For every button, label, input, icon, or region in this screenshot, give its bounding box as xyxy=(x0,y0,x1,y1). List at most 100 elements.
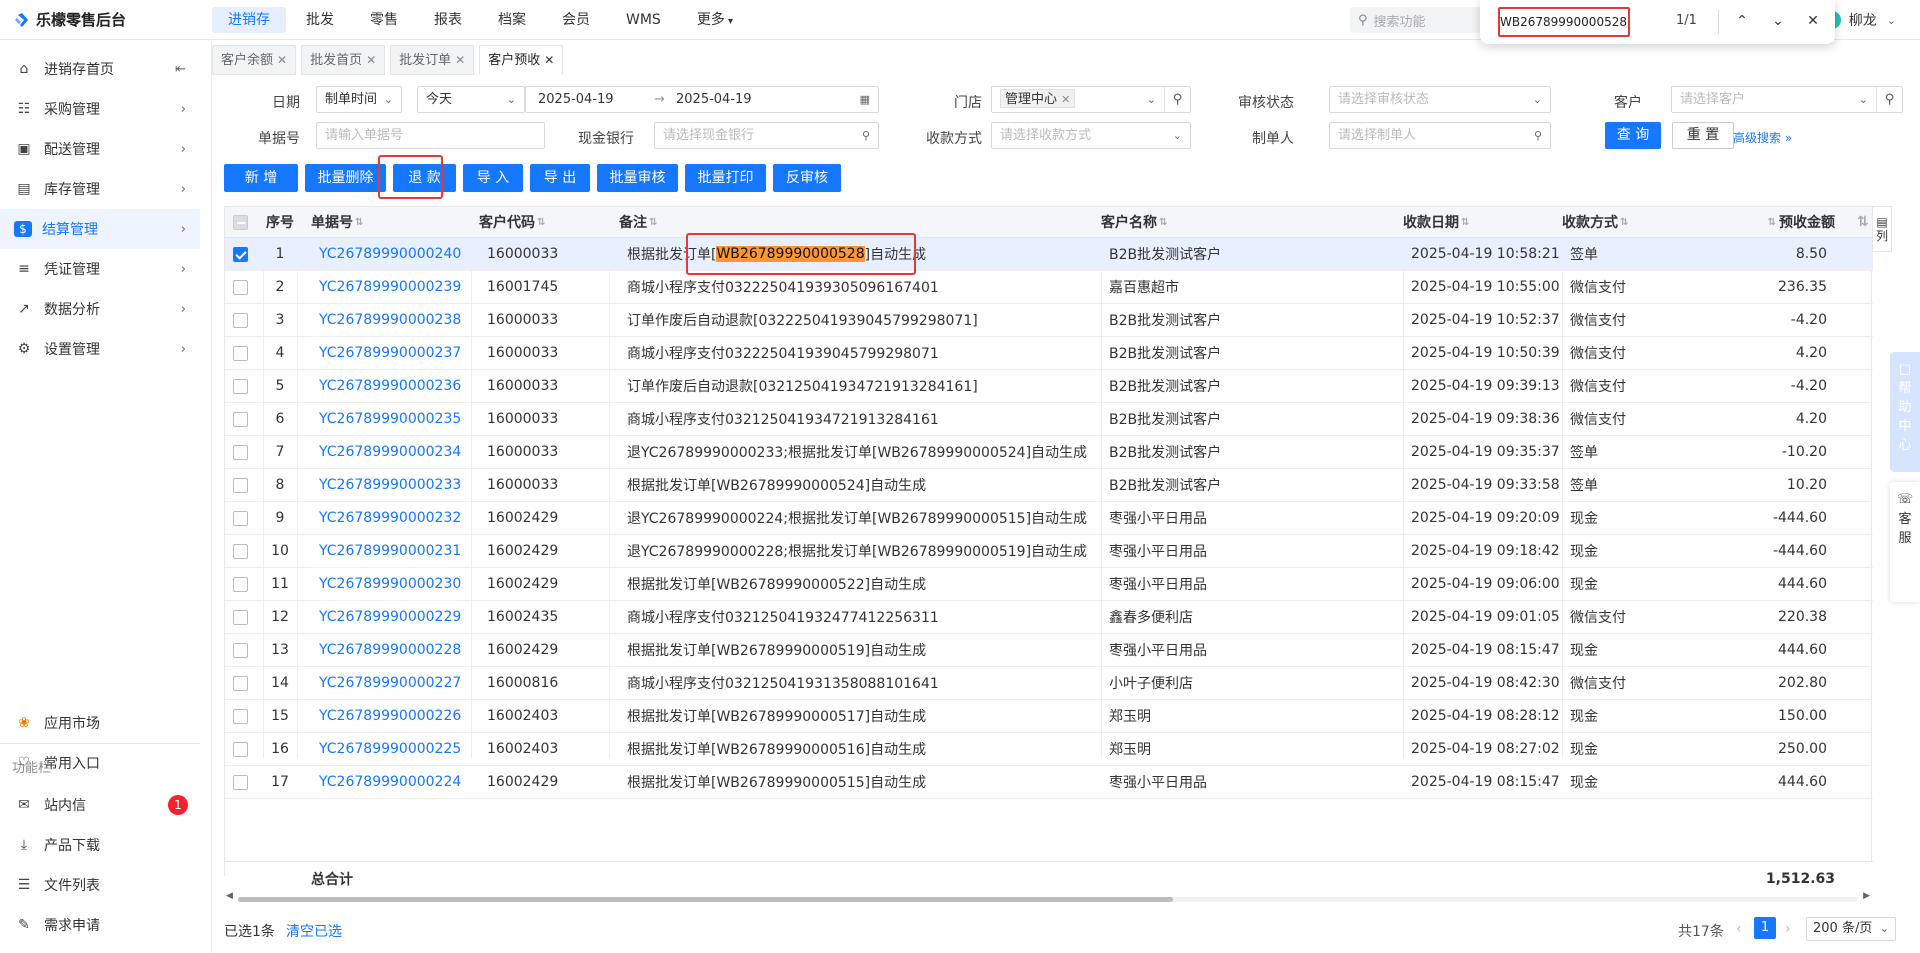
topnav-item-7[interactable]: 更多 ▾ xyxy=(681,7,749,33)
bank-select[interactable]: 请选择现金银行 ⚲ xyxy=(654,122,879,149)
column-header-name[interactable]: 客户名称 ⇅ xyxy=(1101,207,1341,237)
maker-select[interactable]: 请选择制单人 ⚲ xyxy=(1329,122,1551,149)
search-icon[interactable]: ⚲ xyxy=(862,123,870,148)
cell-doc[interactable]: YC26789990000239 xyxy=(319,271,471,303)
topnav-item-3[interactable]: 报表 xyxy=(418,7,478,33)
row-checkbox[interactable] xyxy=(233,700,253,732)
sidebar-item-6[interactable]: ↗ 数据分析 › xyxy=(0,289,200,329)
cell-doc[interactable]: YC26789990000238 xyxy=(319,304,471,336)
date-range-select[interactable]: 今天 ⌄ xyxy=(417,86,525,113)
customer-select[interactable]: 请选择客户 ⌄ ⚲ xyxy=(1671,86,1903,113)
row-checkbox[interactable] xyxy=(233,271,253,303)
table-row[interactable]: 6 YC26789990000235 16000033 商城小程序支付03212504… xyxy=(225,403,1873,436)
table-row[interactable]: 12 YC26789990000229 16002435 商城小程序支付0321250… xyxy=(225,601,1873,634)
column-header-amount[interactable]: ⇅ 预收金额 xyxy=(1695,207,1835,237)
scroll-left-icon[interactable]: ◀ xyxy=(226,891,233,901)
find-next-chevron-down-icon[interactable]: ⌄ xyxy=(1768,11,1788,31)
cell-doc[interactable]: YC26789990000231 xyxy=(319,535,471,567)
table-row[interactable]: 13 YC26789990000228 16002429 根据批发订单[WB26789… xyxy=(225,634,1873,667)
app-logo[interactable]: 乐檬零售后台 xyxy=(0,9,212,30)
row-checkbox[interactable] xyxy=(233,304,253,336)
row-checkbox[interactable] xyxy=(233,403,253,435)
scroll-right-icon[interactable]: ▶ xyxy=(1863,891,1870,901)
topnav-item-4[interactable]: 档案 xyxy=(482,7,542,33)
doc-input[interactable]: 请输入单据号 xyxy=(316,122,545,149)
sidebar-app-0[interactable]: ❀ 应用市场 xyxy=(0,703,200,743)
customer-service-button[interactable]: ☏ 客服 xyxy=(1890,482,1920,602)
scroll-thumb[interactable] xyxy=(238,897,1173,902)
page-size-select[interactable]: 200 条/页 ⌄ xyxy=(1806,917,1896,941)
cell-doc[interactable]: YC26789990000236 xyxy=(319,370,471,402)
column-header-date[interactable]: 收款日期 ⇅ xyxy=(1403,207,1563,237)
pay-select[interactable]: 请选择收款方式 ⌄ xyxy=(991,122,1191,149)
find-close-icon[interactable]: ✕ xyxy=(1803,11,1823,31)
select-all-checkbox[interactable] xyxy=(233,207,253,237)
row-checkbox[interactable] xyxy=(233,634,253,666)
cell-doc[interactable]: YC26789990000234 xyxy=(319,436,471,468)
table-row[interactable]: 1 YC26789990000240 16000033 根据批发订单[WB267899… xyxy=(225,238,1873,271)
collapse-sidebar-icon[interactable]: ⇤ xyxy=(175,62,186,77)
tab-3[interactable]: 客户预收 ✕ xyxy=(479,45,564,75)
clear-selection-link[interactable]: 清空已选 xyxy=(286,921,342,941)
column-header-code[interactable]: 客户代码 ⇅ xyxy=(479,207,589,237)
row-checkbox[interactable] xyxy=(233,535,253,567)
row-checkbox[interactable] xyxy=(233,436,253,468)
topnav-item-5[interactable]: 会员 xyxy=(546,7,606,33)
row-checkbox[interactable] xyxy=(233,568,253,600)
sidebar-item-7[interactable]: ⚙ 设置管理 › xyxy=(0,329,200,369)
toolbar-button-1[interactable]: 批量删除 xyxy=(305,164,386,192)
row-checkbox[interactable] xyxy=(233,370,253,402)
table-row[interactable]: 17 YC26789990000224 16002429 根据批发订单[WB26789… xyxy=(225,766,1873,799)
sidebar-func-1[interactable]: ⤓ 产品下载 xyxy=(0,825,200,865)
next-page-icon[interactable]: › xyxy=(1785,921,1791,937)
tab-0[interactable]: 客户余额 ✕ xyxy=(212,45,297,75)
toolbar-button-4[interactable]: 导 出 xyxy=(530,164,590,192)
column-header-memo[interactable]: 备注 ⇅ xyxy=(619,207,1119,237)
sidebar-item-1[interactable]: ☷ 采购管理 › xyxy=(0,89,200,129)
page-current[interactable]: 1 xyxy=(1754,917,1776,939)
tag-close-icon[interactable]: ✕ xyxy=(1061,93,1070,106)
column-header-pay[interactable]: 收款方式 ⇅ xyxy=(1562,207,1682,237)
store-select[interactable]: 管理中心 ✕ ⌄ ⚲ xyxy=(991,86,1191,113)
cell-doc[interactable]: YC26789990000232 xyxy=(319,502,471,534)
cell-doc[interactable]: YC26789990000227 xyxy=(319,667,471,699)
topnav-item-2[interactable]: 零售 xyxy=(354,7,414,33)
toolbar-button-2[interactable]: 退 款 xyxy=(393,164,456,192)
row-checkbox[interactable] xyxy=(233,238,253,270)
search-icon[interactable]: ⚲ xyxy=(1164,87,1190,112)
sidebar-item-3[interactable]: ▤ 库存管理 › xyxy=(0,169,200,209)
table-row[interactable]: 11 YC26789990000230 16002429 根据批发订单[WB26789… xyxy=(225,568,1873,601)
table-row[interactable]: 3 YC26789990000238 16000033 订单作废后自动退款[03222… xyxy=(225,304,1873,337)
toolbar-button-0[interactable]: 新 增 xyxy=(224,164,298,192)
close-icon[interactable]: ✕ xyxy=(455,53,465,67)
sidebar-func-2[interactable]: ☰ 文件列表 xyxy=(0,865,200,905)
sidebar-item-0[interactable]: ⌂ 进销存首页 ⇤ xyxy=(0,49,200,89)
close-icon[interactable]: ✕ xyxy=(366,53,376,67)
toolbar-button-6[interactable]: 批量打印 xyxy=(685,164,766,192)
sidebar-item-5[interactable]: ≡ 凭证管理 › xyxy=(0,249,200,289)
column-header-doc[interactable]: 单据号 ⇅ xyxy=(311,207,471,237)
table-row[interactable]: 7 YC26789990000234 16000033 退YC267899900002… xyxy=(225,436,1873,469)
sidebar-func-0[interactable]: ✉ 站内信 1 xyxy=(0,785,200,825)
cell-doc[interactable]: YC26789990000225 xyxy=(319,733,471,765)
audit-select[interactable]: 请选择审核状态 ⌄ xyxy=(1329,86,1551,113)
topnav-item-6[interactable]: WMS xyxy=(610,7,677,33)
topnav-item-1[interactable]: 批发 xyxy=(290,7,350,33)
horizontal-scrollbar[interactable]: ◀ ▶ xyxy=(224,891,1872,904)
cell-doc[interactable]: YC26789990000230 xyxy=(319,568,471,600)
cell-doc[interactable]: YC26789990000226 xyxy=(319,700,471,732)
find-prev-chevron-up-icon[interactable]: ⌃ xyxy=(1732,11,1752,31)
row-checkbox[interactable] xyxy=(233,601,253,633)
prev-page-icon[interactable]: ‹ xyxy=(1736,921,1742,937)
row-checkbox[interactable] xyxy=(233,337,253,369)
close-icon[interactable]: ✕ xyxy=(544,53,554,67)
reset-button[interactable]: 重 置 xyxy=(1672,122,1734,149)
row-checkbox[interactable] xyxy=(233,733,253,765)
column-settings-button[interactable]: ▤ 列 xyxy=(1872,206,1892,252)
user-menu[interactable]: 柳龙 ⌄ xyxy=(1830,0,1896,40)
cell-doc[interactable]: YC26789990000237 xyxy=(319,337,471,369)
table-row[interactable]: 8 YC26789990000233 16000033 根据批发订单[WB267899… xyxy=(225,469,1873,502)
table-row[interactable]: 5 YC26789990000236 16000033 订单作废后自动退款[03212… xyxy=(225,370,1873,403)
cell-doc[interactable]: YC26789990000240 xyxy=(319,238,471,270)
row-checkbox[interactable] xyxy=(233,766,253,798)
